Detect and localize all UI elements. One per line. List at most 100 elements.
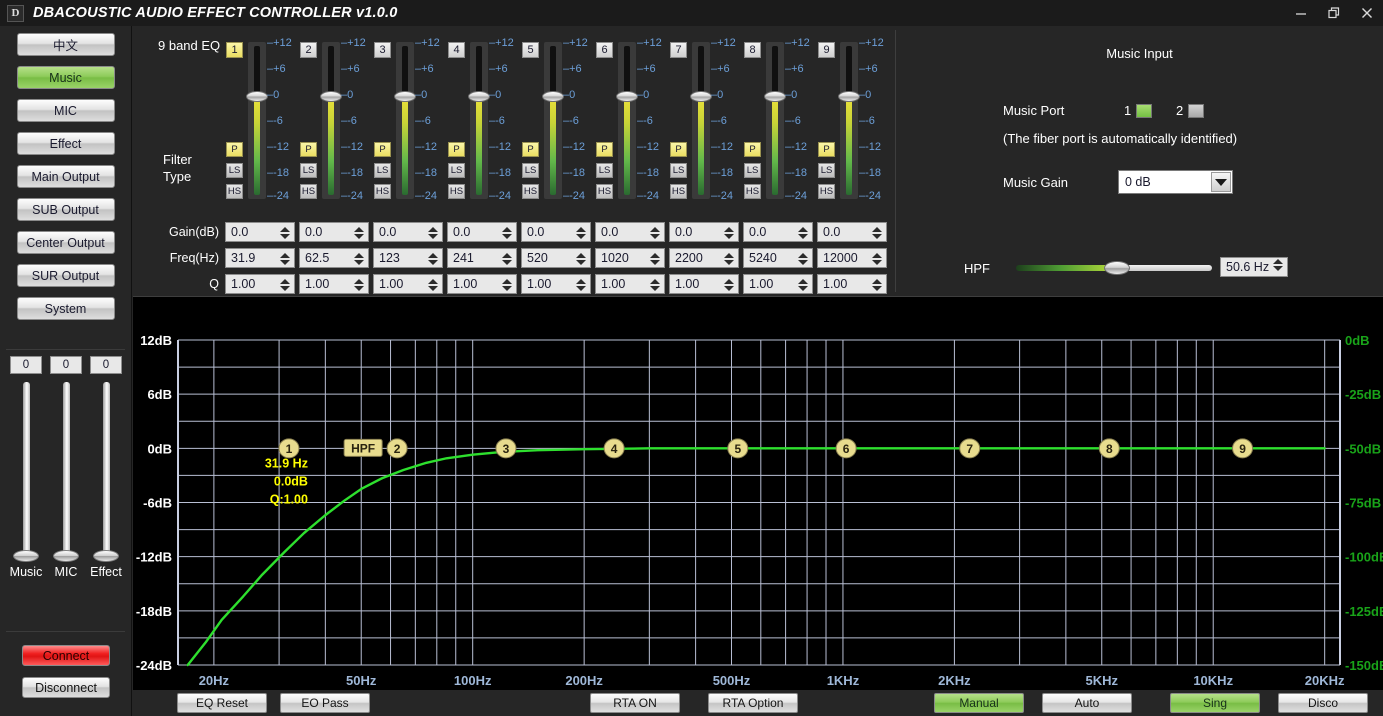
hpf-slider[interactable] <box>1016 262 1212 274</box>
eq-gain-slider-4[interactable] <box>470 42 488 199</box>
eq-freq-stepper[interactable] <box>650 250 660 268</box>
eq-q-stepper[interactable] <box>650 276 660 294</box>
eq-q-input-band-8[interactable]: 1.00 <box>743 274 813 294</box>
eq-gain-input-band-1[interactable]: 0.0 <box>225 222 295 242</box>
eq-gain-stepper[interactable] <box>724 224 734 242</box>
music-gain-select[interactable]: 0 dB <box>1118 170 1233 194</box>
eq-gain-input-band-2[interactable]: 0.0 <box>299 222 369 242</box>
eq-freq-stepper[interactable] <box>502 250 512 268</box>
eq-gain-input-band-9[interactable]: 0.0 <box>817 222 887 242</box>
eq-gain-slider-5[interactable] <box>544 42 562 199</box>
eq-q-input-band-7[interactable]: 1.00 <box>669 274 739 294</box>
eq-freq-input-band-5[interactable]: 520 <box>521 248 591 268</box>
eq-freq-stepper[interactable] <box>354 250 364 268</box>
eq-q-stepper[interactable] <box>798 276 808 294</box>
fader-knob[interactable] <box>13 550 39 562</box>
eq-q-stepper[interactable] <box>872 276 882 294</box>
eq-q-stepper[interactable] <box>428 276 438 294</box>
filter-type-hs-band-6[interactable]: HS <box>596 184 613 199</box>
eq-gain-slider-6[interactable] <box>618 42 636 199</box>
eq-band-select-7[interactable]: 7 <box>670 42 687 58</box>
eq-q-stepper[interactable] <box>502 276 512 294</box>
filter-type-p-band-3[interactable]: P <box>374 142 391 157</box>
sidebar-item-mic[interactable]: MIC <box>17 99 115 122</box>
eq-gain-stepper[interactable] <box>576 224 586 242</box>
eq-freq-stepper[interactable] <box>724 250 734 268</box>
filter-type-hs-band-9[interactable]: HS <box>818 184 835 199</box>
filter-type-hs-band-3[interactable]: HS <box>374 184 391 199</box>
eq-freq-stepper[interactable] <box>428 250 438 268</box>
sidebar-item-main-output[interactable]: Main Output <box>17 165 115 188</box>
eq-freq-stepper[interactable] <box>798 250 808 268</box>
filter-type-ls-band-9[interactable]: LS <box>818 163 835 178</box>
filter-type-hs-band-1[interactable]: HS <box>226 184 243 199</box>
hpf-value-input[interactable]: 50.6 Hz <box>1220 257 1288 277</box>
filter-type-p-band-2[interactable]: P <box>300 142 317 157</box>
eq-slider-knob[interactable] <box>394 91 416 102</box>
filter-type-p-band-4[interactable]: P <box>448 142 465 157</box>
fader-knob[interactable] <box>93 550 119 562</box>
eq-pass-button[interactable]: EO Pass <box>280 693 370 713</box>
filter-type-ls-band-4[interactable]: LS <box>448 163 465 178</box>
chevron-down-icon[interactable] <box>1211 172 1231 192</box>
filter-type-ls-band-6[interactable]: LS <box>596 163 613 178</box>
eq-gain-slider-3[interactable] <box>396 42 414 199</box>
disco-button[interactable]: Disco <box>1278 693 1368 713</box>
eq-response-graph[interactable]: 12dB6dB0dB-6dB-12dB-18dB-24dB0dB-25dB-50… <box>133 297 1383 690</box>
filter-type-p-band-7[interactable]: P <box>670 142 687 157</box>
eq-q-input-band-9[interactable]: 1.00 <box>817 274 887 294</box>
eq-band-select-3[interactable]: 3 <box>374 42 391 58</box>
filter-type-ls-band-7[interactable]: LS <box>670 163 687 178</box>
eq-freq-input-band-2[interactable]: 62.5 <box>299 248 369 268</box>
eq-gain-slider-8[interactable] <box>766 42 784 199</box>
close-icon[interactable] <box>1350 0 1383 26</box>
sidebar-item-sub-output[interactable]: SUB Output <box>17 198 115 221</box>
hpf-stepper[interactable] <box>1273 259 1283 271</box>
fader-track[interactable] <box>103 382 110 557</box>
sidebar-item-system[interactable]: System <box>17 297 115 320</box>
fader-effect[interactable]: Effect <box>90 382 122 579</box>
manual-button[interactable]: Manual <box>934 693 1024 713</box>
eq-gain-input-band-3[interactable]: 0.0 <box>373 222 443 242</box>
filter-type-hs-band-2[interactable]: HS <box>300 184 317 199</box>
eq-gain-input-band-6[interactable]: 0.0 <box>595 222 665 242</box>
auto-button[interactable]: Auto <box>1042 693 1132 713</box>
filter-type-p-band-6[interactable]: P <box>596 142 613 157</box>
eq-gain-slider-2[interactable] <box>322 42 340 199</box>
eq-slider-knob[interactable] <box>838 91 860 102</box>
music-port-2[interactable]: 2 <box>1176 103 1204 118</box>
eq-q-stepper[interactable] <box>576 276 586 294</box>
eq-slider-knob[interactable] <box>468 91 490 102</box>
restore-icon[interactable] <box>1317 0 1350 26</box>
sidebar-item-music[interactable]: Music <box>17 66 115 89</box>
eq-freq-input-band-7[interactable]: 2200 <box>669 248 739 268</box>
eq-slider-knob[interactable] <box>616 91 638 102</box>
fader-knob[interactable] <box>53 550 79 562</box>
eq-freq-stepper[interactable] <box>280 250 290 268</box>
fader-value-music[interactable]: 0 <box>10 356 42 374</box>
filter-type-hs-band-8[interactable]: HS <box>744 184 761 199</box>
disconnect-button[interactable]: Disconnect <box>22 677 110 698</box>
eq-band-select-2[interactable]: 2 <box>300 42 317 58</box>
eq-q-input-band-3[interactable]: 1.00 <box>373 274 443 294</box>
eq-band-select-8[interactable]: 8 <box>744 42 761 58</box>
filter-type-hs-band-4[interactable]: HS <box>448 184 465 199</box>
eq-q-stepper[interactable] <box>280 276 290 294</box>
eq-slider-knob[interactable] <box>542 91 564 102</box>
eq-band-select-1[interactable]: 1 <box>226 42 243 58</box>
filter-type-ls-band-3[interactable]: LS <box>374 163 391 178</box>
fader-track[interactable] <box>63 382 70 557</box>
eq-gain-stepper[interactable] <box>428 224 438 242</box>
eq-gain-stepper[interactable] <box>650 224 660 242</box>
sidebar-item-chinese[interactable]: 中文 <box>17 33 115 56</box>
eq-q-input-band-2[interactable]: 1.00 <box>299 274 369 294</box>
eq-q-stepper[interactable] <box>354 276 364 294</box>
filter-type-p-band-1[interactable]: P <box>226 142 243 157</box>
eq-q-input-band-6[interactable]: 1.00 <box>595 274 665 294</box>
sing-button[interactable]: Sing <box>1170 693 1260 713</box>
filter-type-ls-band-1[interactable]: LS <box>226 163 243 178</box>
connect-button[interactable]: Connect <box>22 645 110 666</box>
eq-band-select-5[interactable]: 5 <box>522 42 539 58</box>
eq-freq-stepper[interactable] <box>576 250 586 268</box>
music-port-1[interactable]: 1 <box>1124 103 1152 118</box>
